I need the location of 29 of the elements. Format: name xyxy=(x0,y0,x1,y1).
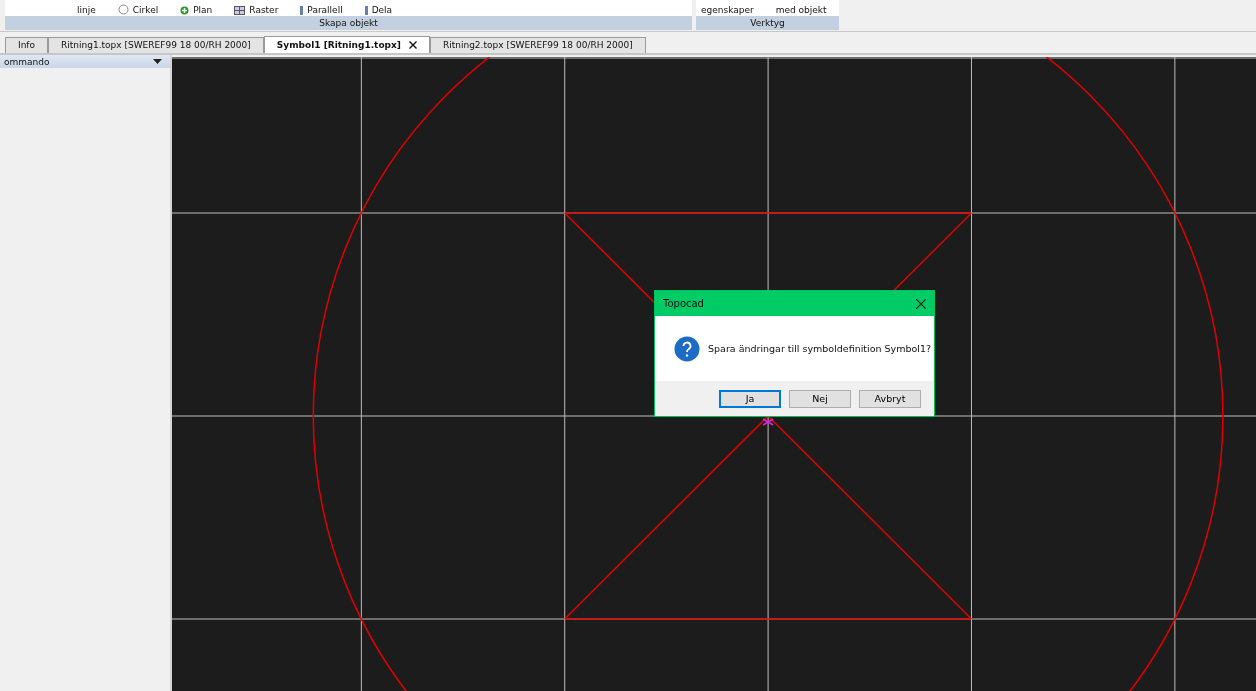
ribbon-tool[interactable]: Raster xyxy=(249,5,279,15)
dialog-message: Spara ändringar till symboldefinition Symbol1? xyxy=(708,343,932,354)
document-tab[interactable]: Ritning2.topx [SWEREF99 18 00/RH 2000] xyxy=(429,37,646,53)
question-icon xyxy=(674,335,700,362)
document-tab[interactable]: Symbol1 [Ritning1.topx] xyxy=(263,36,430,53)
ribbon-tool[interactable]: med objekt xyxy=(775,5,827,15)
ribbon-tool[interactable]: egenskaper xyxy=(701,5,754,15)
dropdown-caret-icon[interactable] xyxy=(153,59,162,64)
dialog-button[interactable]: Avbryt xyxy=(859,389,921,408)
bar-icon xyxy=(364,5,368,15)
dialog-button[interactable]: Nej xyxy=(789,389,851,408)
circle-icon xyxy=(117,4,129,15)
ribbon-group-label: Verktyg xyxy=(696,16,839,30)
document-tab[interactable]: Info xyxy=(5,37,49,53)
ribbon-tool[interactable]: Plan xyxy=(193,5,213,15)
grid-icon xyxy=(234,5,246,15)
panel-title: ommando xyxy=(4,56,50,67)
bar-icon xyxy=(300,5,304,15)
ribbon-group-label: Skapa objekt xyxy=(5,16,692,30)
ribbon-tool[interactable]: linje xyxy=(77,5,96,15)
close-icon[interactable] xyxy=(408,41,417,49)
document-tab[interactable]: Ritning1.topx [SWEREF99 18 00/RH 2000] xyxy=(48,37,264,53)
ribbon-tool[interactable]: Cirkel xyxy=(132,4,159,15)
dialog-title: Topocad xyxy=(663,298,704,309)
ribbon-tool[interactable]: Parallell xyxy=(307,5,343,15)
close-icon[interactable] xyxy=(916,298,926,309)
dialog-button[interactable]: Ja xyxy=(719,389,781,408)
ribbon-tool[interactable]: Dela xyxy=(371,5,393,15)
insertion-point-icon xyxy=(762,418,774,426)
